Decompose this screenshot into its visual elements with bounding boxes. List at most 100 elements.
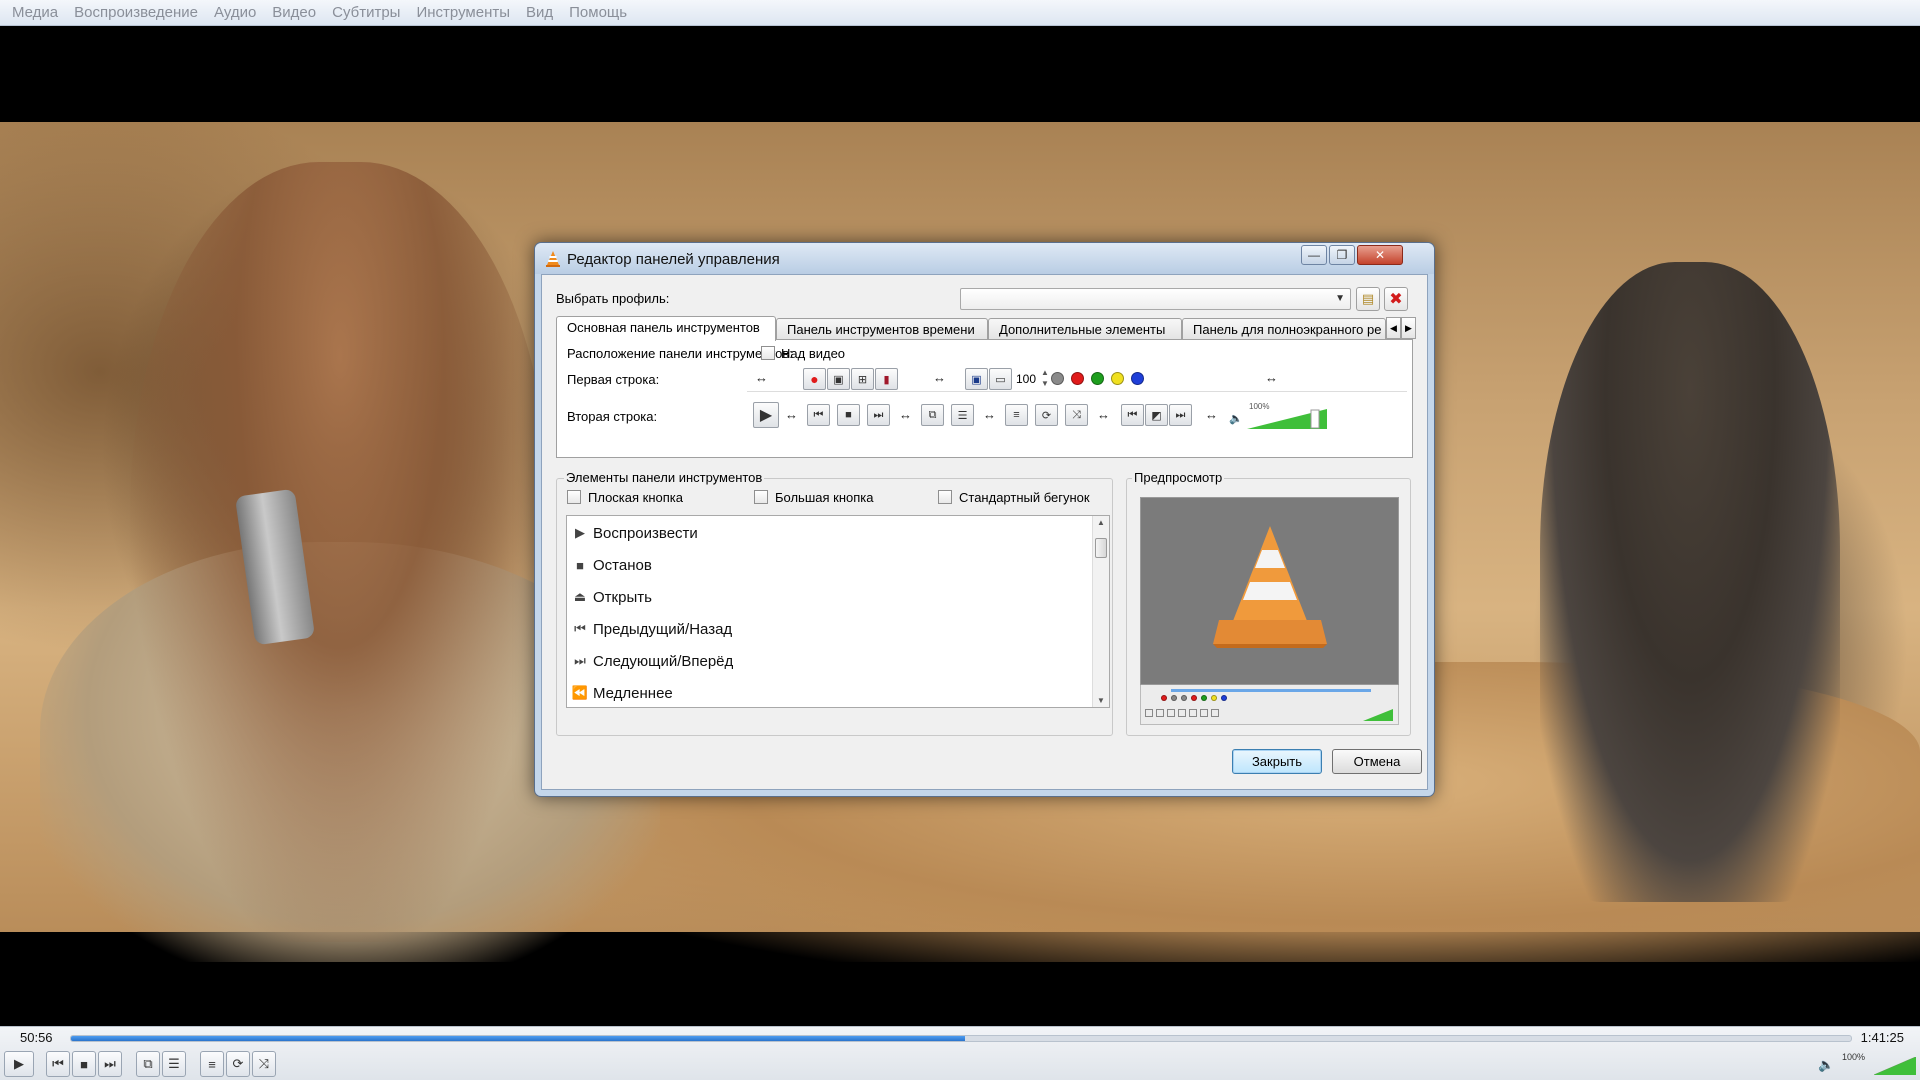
big-button-checkbox[interactable]: [754, 490, 768, 504]
shuffle-button[interactable]: ⤨: [252, 1051, 276, 1077]
time-elapsed: 50:56: [20, 1030, 53, 1045]
next-button[interactable]: ⏭: [98, 1051, 122, 1077]
previous-icon: ⏮: [52, 1056, 64, 1071]
maximize-icon: ❐: [1336, 248, 1348, 262]
delete-profile-button[interactable]: ✖: [1384, 287, 1408, 311]
flat-button-checkbox[interactable]: [567, 490, 581, 504]
window-close-button[interactable]: ✕: [1357, 245, 1403, 265]
extended-settings-widget-button: ☰: [951, 404, 974, 426]
play-icon: ▶: [575, 525, 585, 540]
loop-button[interactable]: ⟳: [226, 1051, 250, 1077]
list-item[interactable]: ■ Останов: [571, 552, 652, 578]
extended-settings-button[interactable]: ☰: [162, 1051, 186, 1077]
ab-loop-icon: ⊞: [857, 373, 868, 386]
menu-item[interactable]: Субтитры: [324, 0, 408, 26]
toolbar-elements-list[interactable]: ▶ Воспроизвести ■ Останов ⏏ Открыть ⏮ Предыдущи…: [566, 515, 1110, 708]
list-item[interactable]: ⏭ Следующий/Вперёд: [571, 648, 733, 674]
tab-scroll-right-icon[interactable]: ▶: [1401, 317, 1416, 339]
loop-icon: ⟳: [232, 1056, 244, 1071]
preview-record-dot: [1161, 695, 1167, 701]
dialog-body: Выбрать профиль: ▼ ▤ ✖ Основная панель и…: [541, 274, 1428, 790]
zoom-icon: ◩: [1151, 409, 1162, 422]
shuffle-icon: ⤨: [1072, 408, 1081, 421]
close-icon: ✕: [1374, 248, 1386, 262]
cancel-button[interactable]: Отмена: [1332, 749, 1422, 774]
second-row-toolbar[interactable]: ▶ ↔ ⏮ ■ ⏭ ↔ ⧉ ☰ ↔ ≡ ⟳ ⤨ ↔ ⏮ ◩ ⏭ ↔ 🔈 100%: [747, 400, 1407, 432]
tab-main-toolbar[interactable]: Основная панель инструментов: [556, 316, 776, 341]
equalizer-icon: ☰: [957, 409, 968, 422]
preview-dot: [1181, 695, 1187, 701]
minimize-button[interactable]: —: [1301, 245, 1327, 265]
spacer-icon: ↔: [785, 407, 798, 422]
tab-panel-main-toolbar: Расположение панели инструментов: Над ви…: [556, 339, 1413, 458]
preview-button: [1156, 709, 1164, 717]
list-item-label: Воспроизвести: [593, 524, 698, 542]
flat-button-label: Плоская кнопка: [588, 490, 683, 505]
toolbar-editor-dialog: Редактор панелей управления — ❐ ✕ Выбрат…: [534, 242, 1435, 797]
tab-bar: Основная панель инструментов Панель инст…: [556, 316, 1416, 341]
color-button-2: [1091, 372, 1104, 385]
list-item[interactable]: ⏏ Открыть: [571, 584, 652, 610]
playlist-button[interactable]: ≡: [200, 1051, 224, 1077]
list-scroll-thumb[interactable]: [1095, 538, 1107, 558]
new-profile-button[interactable]: ▤: [1356, 287, 1380, 311]
play-widget-button: ▶: [753, 402, 779, 428]
list-scrollbar[interactable]: ▲ ▼: [1092, 516, 1109, 707]
play-button[interactable]: ▶: [4, 1051, 34, 1077]
menu-item[interactable]: Инструменты: [408, 0, 518, 26]
fullscreen-button[interactable]: ⧉: [136, 1051, 160, 1077]
tab-label: Панель инструментов времени: [787, 322, 975, 337]
first-row-toolbar[interactable]: ↔ ● ▣ ⊞ ▮ ↔ ▣ ▭ 100 ▲ ▼ ↔: [747, 366, 1407, 392]
color-buttons: [1051, 368, 1144, 385]
preview-button: [1200, 709, 1208, 717]
video-person-left: [130, 162, 550, 942]
preview-buttons-row-1: [1161, 695, 1351, 705]
scroll-up-icon[interactable]: ▲: [1097, 518, 1105, 527]
seek-bar-fill: [71, 1036, 965, 1041]
menu-item[interactable]: Помощь: [561, 0, 635, 26]
list-item-label: Предыдущий/Назад: [593, 620, 733, 638]
speaker-icon[interactable]: 🔈: [1818, 1057, 1834, 1073]
profile-combobox[interactable]: ▼: [960, 288, 1351, 310]
tab-fullscreen-controller[interactable]: Панель для полноэкранного ре: [1182, 318, 1386, 340]
volume-slider[interactable]: [1874, 1057, 1916, 1075]
preview-button: [1145, 709, 1153, 717]
menu-item[interactable]: Воспроизведение: [66, 0, 206, 26]
standard-slider-label: Стандартный бегунок: [959, 490, 1090, 505]
camera-icon: ▣: [833, 373, 844, 386]
above-video-checkbox[interactable]: [761, 346, 775, 360]
tab-scroll-left-icon[interactable]: ◀: [1386, 317, 1401, 339]
scroll-down-icon[interactable]: ▼: [1097, 696, 1105, 705]
menu-item[interactable]: Вид: [518, 0, 561, 26]
list-item[interactable]: ⏮ Предыдущий/Назад: [571, 616, 732, 642]
previous-button[interactable]: ⏮: [46, 1051, 70, 1077]
preview-button: [1189, 709, 1197, 717]
close-button[interactable]: Закрыть: [1232, 749, 1322, 774]
menu-item[interactable]: Видео: [264, 0, 324, 26]
tab-time-toolbar[interactable]: Панель инструментов времени: [776, 318, 988, 340]
maximize-button[interactable]: ❐: [1329, 245, 1355, 265]
spacer-icon: ↔: [1205, 407, 1218, 422]
bottom-control-bar: 50:56 1:41:25 ▶ ⏮ ■ ⏭ ⧉ ☰ ≡ ⟳ ⤨: [0, 1026, 1920, 1080]
menu-item[interactable]: Медиа: [4, 0, 66, 26]
tab-advanced-widgets[interactable]: Дополнительные элементы: [988, 318, 1182, 340]
fullscreen-widget-button: ▣: [965, 368, 988, 390]
stop-icon: ■: [576, 557, 584, 573]
seek-bar[interactable]: [70, 1035, 1852, 1042]
stop-button[interactable]: ■: [72, 1051, 96, 1077]
time-total: 1:41:25: [1860, 1030, 1904, 1045]
list-item-label: Останов: [593, 556, 652, 574]
list-item[interactable]: ⏪ Медленнее: [571, 680, 673, 706]
tab-scroll-buttons: ◀ ▶: [1386, 317, 1416, 339]
profile-label: Выбрать профиль:: [556, 291, 670, 306]
step-forward-icon: ⏭: [1175, 408, 1186, 421]
menu-item[interactable]: Аудио: [206, 0, 264, 26]
list-item[interactable]: ▶ Воспроизвести: [571, 520, 698, 546]
dialog-titlebar[interactable]: Редактор панелей управления — ❐ ✕: [535, 243, 1434, 274]
spacer-icon: ↔: [983, 407, 996, 422]
color-button-1: [1071, 372, 1084, 385]
standard-slider-checkbox[interactable]: [938, 490, 952, 504]
big-button-label: Большая кнопка: [775, 490, 874, 505]
step-forward-widget-button: ⏭: [1169, 404, 1192, 426]
play-icon: ▶: [14, 1056, 24, 1071]
